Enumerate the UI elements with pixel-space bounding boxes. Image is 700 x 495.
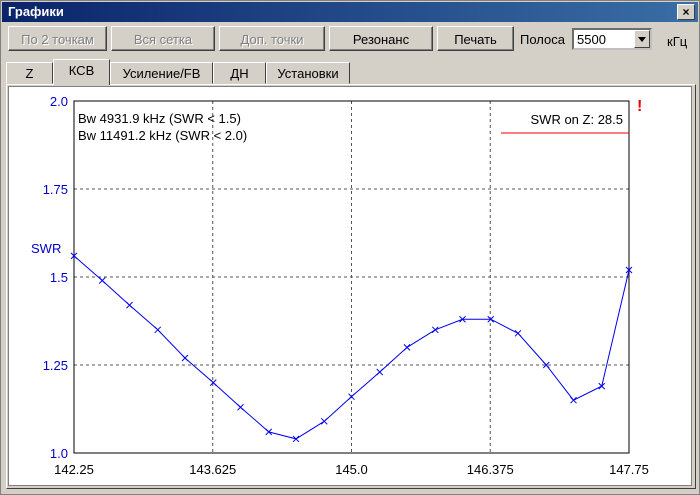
data-point-marker — [98, 277, 106, 284]
x-tick-label: 142.25 — [54, 462, 94, 477]
close-button[interactable]: × — [677, 4, 695, 20]
resonance-button[interactable]: Резонанс — [329, 26, 433, 51]
x-tick-label: 147.75 — [609, 462, 649, 477]
full-grid-button[interactable]: Вся сетка — [111, 26, 215, 51]
data-point-marker — [570, 396, 577, 404]
x-tick-label: 143.625 — [189, 462, 236, 477]
tab-z[interactable]: Z — [6, 62, 53, 84]
data-point-marker — [403, 344, 411, 351]
y-tick-label: 2.0 — [50, 94, 68, 109]
chart-grid — [74, 101, 629, 453]
graphs-window: Графики × По 2 точкам Вся сетка Доп. точ… — [0, 0, 700, 495]
x-tick-label: 145.0 — [335, 462, 368, 477]
bandwidth-swr-1-5: Bw 4931.9 kHz (SWR < 1.5) — [78, 111, 241, 126]
data-point-marker — [292, 435, 300, 443]
swr-on-z-text: SWR on Z: 28.5 — [531, 112, 623, 127]
title-bar[interactable]: Графики × — [2, 2, 698, 22]
extra-points-button[interactable]: Доп. точки — [219, 26, 325, 51]
data-point-marker — [320, 417, 328, 425]
tab-pattern[interactable]: ДН — [213, 62, 266, 84]
data-point-marker — [265, 428, 273, 436]
data-point-marker — [431, 326, 439, 334]
plot-area: 2.0 1.75 1.5 1.25 1.0 142.25 143.625 145.0 146.… — [8, 86, 692, 486]
data-point-marker — [237, 403, 244, 411]
y-tick-label: 1.75 — [43, 182, 68, 197]
tab-gain-fb[interactable]: Усиление/FB — [110, 62, 213, 84]
data-point-marker — [209, 379, 217, 386]
tab-swr[interactable]: КСВ — [53, 59, 110, 85]
swr-chart: 2.0 1.75 1.5 1.25 1.0 142.25 143.625 145.0 146.… — [31, 94, 649, 477]
x-tick-label: 146.375 — [467, 462, 514, 477]
data-point-marker — [126, 301, 133, 309]
y-tick-label: 1.25 — [43, 358, 68, 373]
bandwidth-swr-2-0: Bw 11491.2 kHz (SWR < 2.0) — [78, 128, 247, 143]
data-point-marker — [376, 368, 384, 376]
data-point-marker — [181, 354, 189, 362]
warning-mark: ! — [637, 98, 642, 115]
data-point-marker — [348, 393, 355, 401]
tab-settings[interactable]: Установки — [266, 62, 350, 84]
band-label: Полоса — [520, 32, 565, 47]
band-select[interactable]: 5500 — [572, 28, 652, 50]
window-title: Графики — [8, 4, 64, 19]
data-point-marker — [154, 326, 162, 334]
chevron-down-icon[interactable] — [634, 30, 650, 48]
band-value: 5500 — [577, 32, 606, 47]
print-button[interactable]: Печать — [437, 26, 514, 51]
data-point-marker — [514, 329, 522, 337]
band-unit: кГц — [667, 34, 688, 49]
two-points-button[interactable]: По 2 точкам — [8, 26, 107, 51]
y-axis-label: SWR — [31, 241, 61, 256]
y-tick-label: 1.0 — [50, 446, 68, 461]
y-tick-label: 1.5 — [50, 270, 68, 285]
